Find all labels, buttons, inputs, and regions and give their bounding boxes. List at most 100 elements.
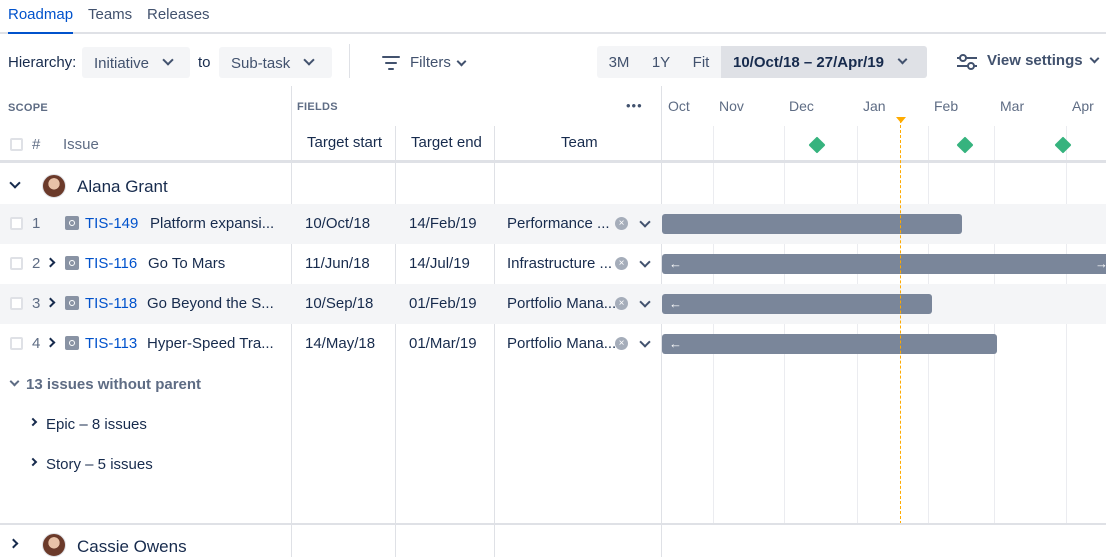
table-row[interactable]: 3 TIS-118 Go Beyond the S... 10/Sep/18 0… <box>0 284 1106 324</box>
milestone-marker[interactable] <box>1054 136 1072 154</box>
collapse-group-toggle[interactable] <box>9 177 21 189</box>
target-end-value[interactable]: 14/Feb/19 <box>409 215 477 232</box>
avatar <box>42 533 66 557</box>
issue-key-link[interactable]: TIS-116 <box>85 255 137 272</box>
issue-summary: Go Beyond the S... <box>147 295 274 312</box>
clear-icon[interactable]: × <box>615 297 628 310</box>
number-column-header: # <box>32 136 41 153</box>
issue-summary: Platform expansi... <box>150 215 275 232</box>
collapse-without-parent-toggle[interactable] <box>9 376 20 387</box>
select-all-checkbox[interactable] <box>10 138 23 151</box>
chevron-down-icon <box>456 56 467 67</box>
header-border <box>0 160 1106 163</box>
milestone-marker[interactable] <box>956 136 974 154</box>
team-value[interactable]: Portfolio Mana... <box>507 335 616 352</box>
filters-button[interactable]: Filters <box>380 51 470 75</box>
hierarchy-to-select[interactable]: Sub-task <box>219 47 332 78</box>
month-label: Nov <box>719 98 744 114</box>
row-number: 4 <box>32 335 41 352</box>
arrow-right-icon: → <box>1095 256 1106 271</box>
tab-roadmap[interactable]: Roadmap <box>8 6 74 34</box>
sliders-icon <box>957 54 977 70</box>
hierarchy-to-value: Sub-task <box>231 55 291 72</box>
schedule-bar[interactable]: ← <box>662 294 932 314</box>
issue-key-link[interactable]: TIS-113 <box>85 335 137 352</box>
issue-key-link[interactable]: TIS-149 <box>85 215 138 232</box>
row-checkbox[interactable] <box>10 337 23 350</box>
hierarchy-from-select[interactable]: Initiative <box>82 47 190 78</box>
chevron-down-icon[interactable] <box>639 336 651 348</box>
story-group-label[interactable]: Story – 5 issues <box>46 456 153 473</box>
clear-icon[interactable]: × <box>615 217 628 230</box>
chevron-down-icon <box>303 54 315 66</box>
expand-row-toggle[interactable] <box>45 337 56 348</box>
expand-epic-toggle[interactable] <box>28 417 38 427</box>
clear-icon[interactable]: × <box>615 337 628 350</box>
top-tabs: Roadmap Teams Releases <box>0 0 1106 34</box>
without-parent-label[interactable]: 13 issues without parent <box>26 376 201 393</box>
team-value[interactable]: Performance ... <box>507 215 610 232</box>
view-settings-button[interactable]: View settings <box>987 52 1102 69</box>
target-start-value[interactable]: 14/May/18 <box>305 335 375 352</box>
row-checkbox[interactable] <box>10 257 23 270</box>
today-marker-icon <box>896 117 906 123</box>
table-row[interactable]: 4 TIS-113 Hyper-Speed Tra... 14/May/18 0… <box>0 324 1106 364</box>
target-start-header: Target start <box>307 134 383 151</box>
initiative-icon <box>65 216 79 230</box>
range-1y-button[interactable]: 1Y <box>641 46 681 78</box>
chevron-down-icon[interactable] <box>639 296 651 308</box>
issue-summary: Hyper-Speed Tra... <box>147 335 274 352</box>
target-end-value[interactable]: 01/Mar/19 <box>409 335 477 352</box>
expand-row-toggle[interactable] <box>45 257 56 268</box>
initiative-icon <box>65 296 79 310</box>
schedule-bar[interactable]: ← <box>662 334 997 354</box>
schedule-bar[interactable] <box>662 214 962 234</box>
row-number: 1 <box>32 215 41 232</box>
month-label: Mar <box>1000 98 1025 114</box>
epic-group-label[interactable]: Epic – 8 issues <box>46 416 147 433</box>
target-end-value[interactable]: 14/Jul/19 <box>409 255 470 272</box>
issue-key-link[interactable]: TIS-118 <box>85 295 137 312</box>
milestone-marker[interactable] <box>808 136 826 154</box>
row-checkbox[interactable] <box>10 217 23 230</box>
table-row[interactable]: 1 TIS-149 Platform expansi... 10/Oct/18 … <box>0 204 1106 244</box>
group-divider <box>0 523 1106 525</box>
month-label: Apr <box>1072 98 1094 114</box>
date-range-select[interactable]: 10/Oct/18 – 27/Apr/19 <box>721 46 927 78</box>
expand-group-toggle[interactable] <box>8 538 19 549</box>
issue-column-header: Issue <box>63 136 99 153</box>
divider <box>349 44 350 78</box>
hierarchy-label: Hierarchy: <box>8 54 77 71</box>
view-settings-label: View settings <box>987 52 1083 69</box>
expand-row-toggle[interactable] <box>45 297 56 308</box>
avatar <box>42 174 66 198</box>
chevron-down-icon <box>1089 53 1100 64</box>
target-start-value[interactable]: 10/Sep/18 <box>305 295 373 312</box>
group-name: Alana Grant <box>77 177 168 196</box>
expand-story-toggle[interactable] <box>28 457 38 467</box>
target-end-header: Target end <box>411 134 482 151</box>
arrow-left-icon: ← <box>669 256 682 271</box>
target-start-value[interactable]: 11/Jun/18 <box>305 255 370 272</box>
tab-releases[interactable]: Releases <box>147 6 210 23</box>
tab-teams[interactable]: Teams <box>88 6 132 23</box>
clear-icon[interactable]: × <box>615 257 628 270</box>
chevron-down-icon[interactable] <box>639 256 651 268</box>
scope-header: SCOPE <box>8 102 49 114</box>
target-start-value[interactable]: 10/Oct/18 <box>305 215 370 232</box>
chevron-down-icon[interactable] <box>639 216 651 228</box>
arrow-left-icon: ← <box>669 296 682 311</box>
team-value[interactable]: Portfolio Mana... <box>507 295 616 312</box>
schedule-bar[interactable]: ← → <box>662 254 1106 274</box>
team-value[interactable]: Infrastructure ... <box>507 255 612 272</box>
range-fit-button[interactable]: Fit <box>681 46 721 78</box>
more-options-icon[interactable]: ••• <box>626 98 643 113</box>
row-checkbox[interactable] <box>10 297 23 310</box>
team-header: Team <box>561 134 598 151</box>
month-label: Oct <box>668 98 690 114</box>
target-end-value[interactable]: 01/Feb/19 <box>409 295 477 312</box>
range-3m-button[interactable]: 3M <box>597 46 641 78</box>
chevron-down-icon <box>897 54 908 65</box>
table-row[interactable]: 2 TIS-116 Go To Mars 11/Jun/18 14/Jul/19… <box>0 244 1106 284</box>
hierarchy-from-value: Initiative <box>94 55 150 72</box>
